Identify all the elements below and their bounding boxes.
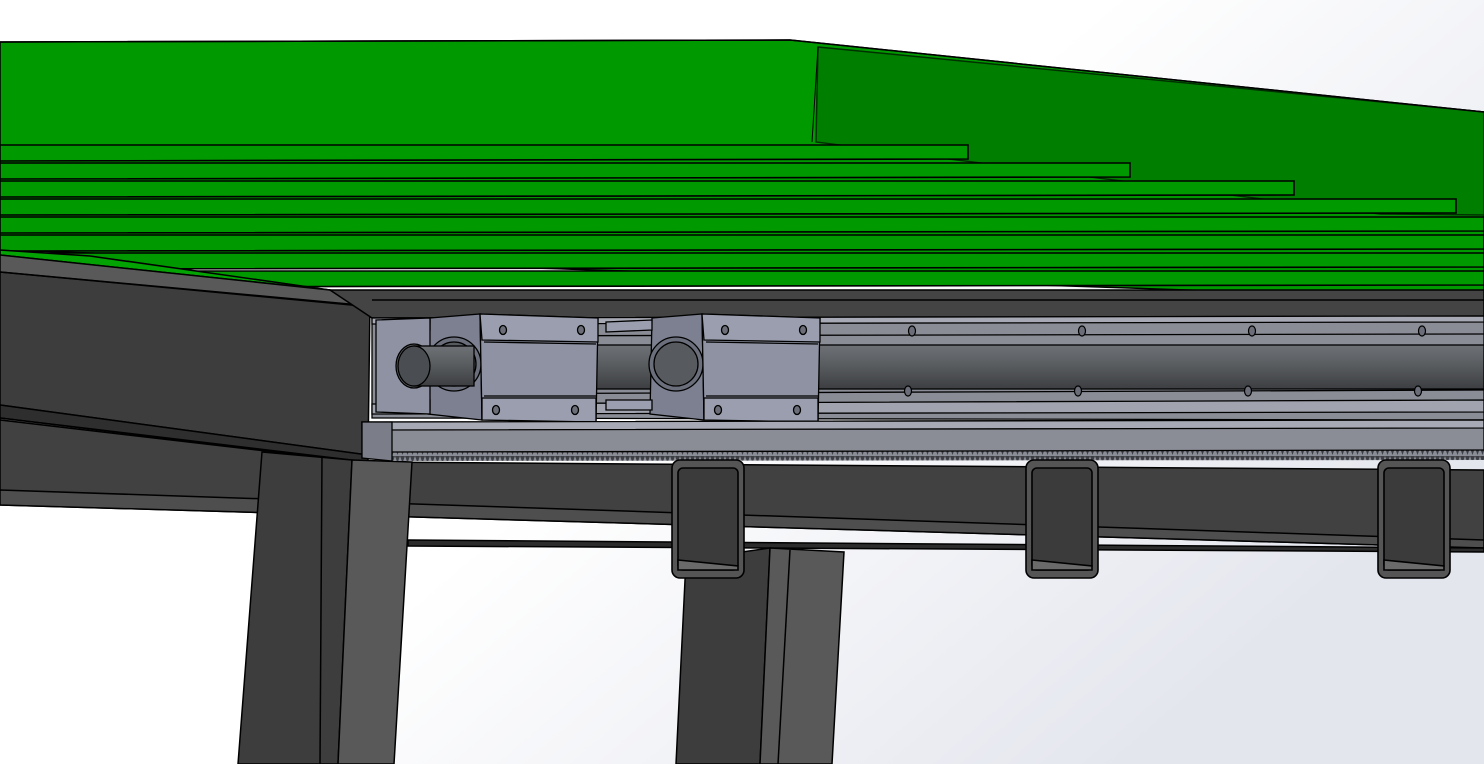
bearing-screw-hole — [576, 324, 586, 336]
cross-tube[interactable] — [1377, 459, 1451, 579]
rail-mount-hole — [903, 385, 913, 397]
table-slat — [0, 198, 1457, 216]
cad-viewport[interactable] — [0, 0, 1484, 764]
rail-mount-hole — [1243, 385, 1253, 397]
bearing-screw-hole — [792, 404, 802, 416]
rail-mount-hole — [907, 325, 917, 337]
cross-tube[interactable] — [671, 459, 745, 579]
bearing-screw-hole — [713, 404, 723, 416]
rail-mount-hole — [1417, 325, 1427, 337]
table-slat — [0, 216, 1484, 234]
bearing-screw-hole — [491, 404, 501, 416]
frame-leg[interactable] — [675, 547, 845, 764]
back-beam — [327, 289, 1484, 319]
table-slat — [0, 252, 1484, 270]
assembly-model[interactable] — [0, 0, 1484, 764]
table-slat — [0, 234, 1484, 252]
bearing-screw-hole — [570, 404, 580, 416]
rail-mount-hole — [1073, 385, 1083, 397]
table-slat — [0, 162, 1131, 180]
rail-mount-hole — [1413, 385, 1423, 397]
table-slat — [0, 144, 969, 162]
bearing-screw-hole — [498, 324, 508, 336]
frame-leg[interactable] — [237, 451, 413, 764]
rail-mount-hole — [1077, 325, 1087, 337]
rail-mount-hole — [1247, 325, 1257, 337]
bearing-screw-hole — [798, 324, 808, 336]
bearing-screw-hole — [720, 324, 730, 336]
cross-tube[interactable] — [1025, 459, 1099, 579]
table-slat — [0, 180, 1295, 198]
gear-rack[interactable] — [361, 419, 1484, 462]
